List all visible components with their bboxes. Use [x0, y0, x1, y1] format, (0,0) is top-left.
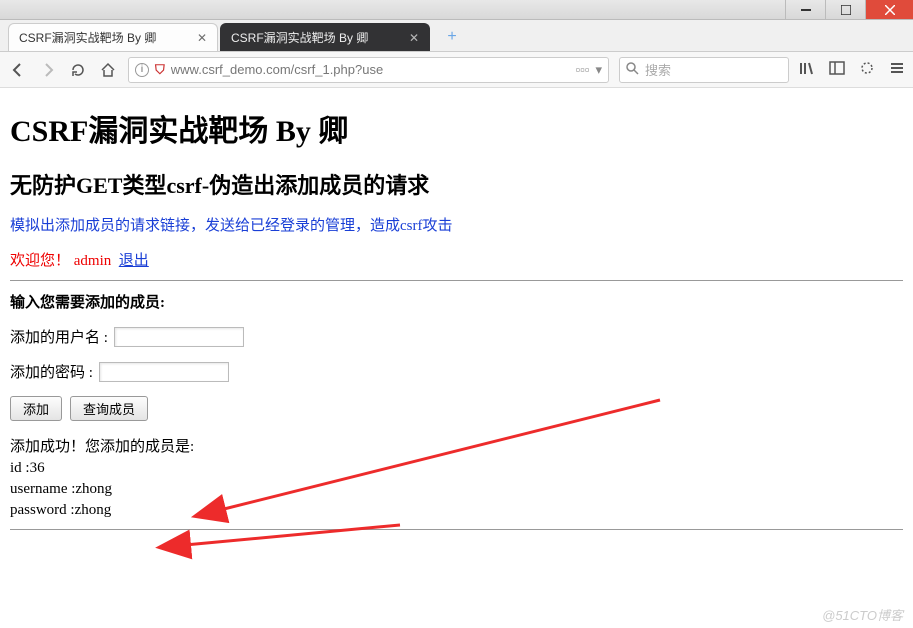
page-subtitle: 无防护GET类型csrf-伪造出添加成员的请求	[10, 168, 903, 200]
browser-tab-active[interactable]: CSRF漏洞实战靶场 By 卿 ✕	[8, 23, 218, 51]
sidebar-icon[interactable]	[829, 60, 845, 79]
logout-link[interactable]: 退出	[119, 253, 149, 269]
close-icon[interactable]: ✕	[197, 31, 207, 45]
divider	[10, 280, 903, 281]
result-id-line: id :36	[10, 458, 903, 479]
tab-title: CSRF漏洞实战靶场 By 卿	[231, 29, 368, 46]
menu-icon[interactable]	[889, 60, 905, 79]
password-label: 添加的密码 :	[10, 361, 93, 382]
browser-tabs: CSRF漏洞实战靶场 By 卿 ✕ CSRF漏洞实战靶场 By 卿 ✕ +	[0, 20, 913, 52]
description-text: 模拟出添加成员的请求链接，发送给已经登录的管理，造成csrf攻击	[10, 214, 903, 235]
reload-button[interactable]	[68, 62, 88, 78]
divider	[10, 529, 903, 530]
url-bar[interactable]: i ⛉ www.csrf_demo.com/csrf_1.php?use ▫▫▫…	[128, 57, 609, 83]
url-text: www.csrf_demo.com/csrf_1.php?use	[171, 62, 570, 77]
result-block: 添加成功！您添加的成员是: id :36 username :zhong pas…	[10, 437, 903, 521]
search-icon	[626, 62, 639, 78]
result-password-line: password :zhong	[10, 500, 903, 521]
password-input[interactable]	[99, 362, 229, 382]
back-button[interactable]	[8, 62, 28, 78]
query-button[interactable]: 查询成员	[70, 396, 148, 421]
extension-icon[interactable]	[859, 60, 875, 79]
forward-button[interactable]	[38, 62, 58, 78]
window-titlebar	[0, 0, 913, 20]
new-tab-button[interactable]: +	[438, 25, 466, 49]
dropdown-icon[interactable]: ▾	[595, 62, 602, 78]
library-icon[interactable]	[799, 60, 815, 79]
info-icon[interactable]: i	[135, 63, 149, 77]
result-username-line: username :zhong	[10, 479, 903, 500]
page-title: CSRF漏洞实战靶场 By 卿	[10, 106, 903, 150]
window-maximize-button[interactable]	[825, 0, 865, 19]
add-button[interactable]: 添加	[10, 396, 62, 421]
result-success: 添加成功！您添加的成员是:	[10, 437, 903, 458]
home-button[interactable]	[98, 62, 118, 78]
window-minimize-button[interactable]	[785, 0, 825, 19]
search-placeholder: 搜索	[645, 60, 671, 79]
search-box[interactable]: 搜索	[619, 57, 789, 83]
welcome-prefix: 欢迎您！	[10, 253, 74, 269]
close-icon[interactable]: ✕	[409, 31, 419, 45]
browser-tab-inactive[interactable]: CSRF漏洞实战靶场 By 卿 ✕	[220, 23, 430, 51]
username-input[interactable]	[114, 327, 244, 347]
welcome-user: admin	[74, 253, 112, 269]
security-warning-icon: ⛉	[155, 62, 165, 78]
browser-toolbar: i ⛉ www.csrf_demo.com/csrf_1.php?use ▫▫▫…	[0, 52, 913, 88]
page-content: CSRF漏洞实战靶场 By 卿 无防护GET类型csrf-伪造出添加成员的请求 …	[0, 88, 913, 544]
username-label: 添加的用户名 :	[10, 326, 108, 347]
form-title: 输入您需要添加的成员:	[10, 291, 903, 312]
window-close-button[interactable]	[865, 0, 913, 19]
welcome-line: 欢迎您！ admin 退出	[10, 249, 903, 270]
page-action-icon[interactable]: ▫▫▫	[576, 62, 590, 78]
tab-title: CSRF漏洞实战靶场 By 卿	[19, 29, 156, 46]
watermark: @51CTO博客	[822, 605, 903, 624]
